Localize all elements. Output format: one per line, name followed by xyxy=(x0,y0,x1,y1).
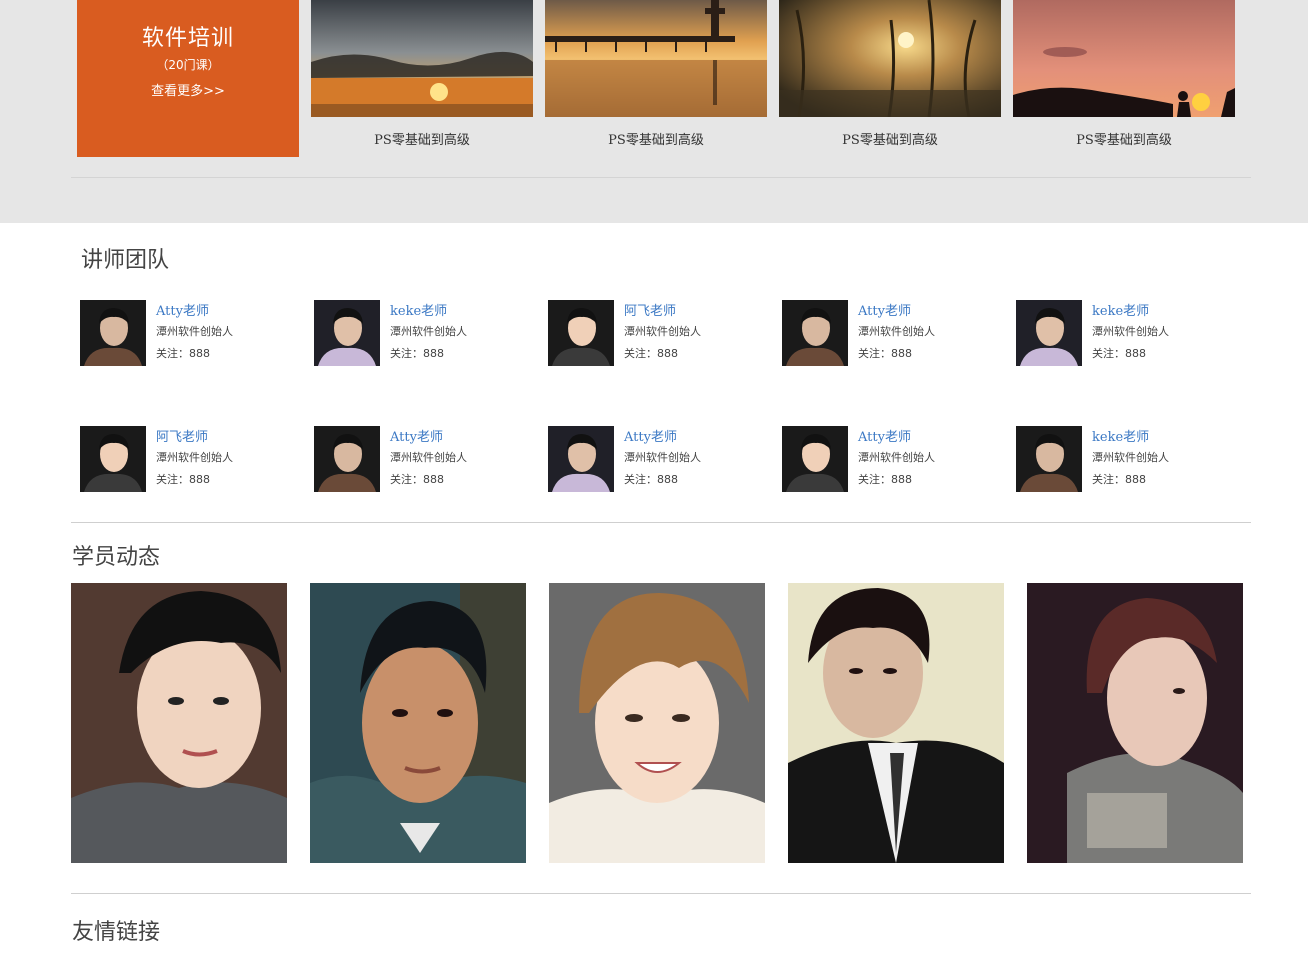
teacher-name[interactable]: keke老师 xyxy=(1092,300,1149,319)
teacher-follow-count: 关注：888 xyxy=(624,347,678,360)
pier-sunset-photo[interactable] xyxy=(545,0,767,117)
teacher-name[interactable]: 阿飞老师 xyxy=(156,426,208,445)
teacher-card[interactable]: 阿飞老师潭州软件创始人 关注：888 xyxy=(80,426,300,492)
course-card[interactable]: PS零基础到高级 xyxy=(545,0,767,160)
teacher-card[interactable]: 阿飞老师潭州软件创始人 关注：888 xyxy=(548,300,768,366)
teacher-avatar[interactable] xyxy=(782,426,848,492)
promo-title: 软件培训 xyxy=(141,26,234,51)
teacher-card[interactable]: keke老师潭州软件创始人 关注：888 xyxy=(314,300,534,366)
teacher-follow-count: 关注：888 xyxy=(858,347,912,360)
teacher-name[interactable]: Atty老师 xyxy=(858,426,911,445)
teacher-avatar[interactable] xyxy=(80,426,146,492)
teacher-avatar[interactable] xyxy=(1016,426,1082,492)
teacher-follow-count: 关注：888 xyxy=(156,347,210,360)
software-training-card[interactable]: 软件培训 （20门课） 查看更多>> xyxy=(77,0,299,157)
teacher-avatar[interactable] xyxy=(548,300,614,366)
teacher-name[interactable]: keke老师 xyxy=(1092,426,1149,445)
teacher-card[interactable]: Atty老师潭州软件创始人 关注：888 xyxy=(548,426,768,492)
course-caption: PS零基础到高级 xyxy=(374,133,470,148)
students-section-title: 学员动态 xyxy=(72,545,161,570)
teacher-name[interactable]: Atty老师 xyxy=(390,426,443,445)
teacher-card[interactable]: Atty老师潭州软件创始人 关注：888 xyxy=(314,426,534,492)
course-card[interactable]: PS零基础到高级 xyxy=(1013,0,1235,160)
teacher-role: 潭州软件创始人 xyxy=(390,325,467,338)
hill-silhouette-sunset-photo[interactable] xyxy=(1013,0,1235,117)
teacher-follow-count: 关注：888 xyxy=(1092,473,1146,486)
teacher-role: 潭州软件创始人 xyxy=(858,325,935,338)
student-photo-3[interactable] xyxy=(549,583,765,863)
course-card[interactable]: PS零基础到高级 xyxy=(311,0,533,160)
teacher-name[interactable]: Atty老师 xyxy=(858,300,911,319)
teacher-role: 潭州软件创始人 xyxy=(1092,325,1169,338)
teacher-follow-count: 关注：888 xyxy=(390,473,444,486)
teacher-role: 潭州软件创始人 xyxy=(156,325,233,338)
teacher-avatar[interactable] xyxy=(782,300,848,366)
teacher-card[interactable]: keke老师潭州软件创始人 关注：888 xyxy=(1016,300,1236,366)
student-photo-4[interactable] xyxy=(788,583,1004,863)
divider xyxy=(71,522,1251,523)
teachers-section-title: 讲师团队 xyxy=(81,248,170,273)
student-photo-5[interactable] xyxy=(1027,583,1243,863)
divider xyxy=(71,177,1251,178)
links-section-title: 友情链接 xyxy=(72,920,161,945)
teacher-follow-count: 关注：888 xyxy=(390,347,444,360)
course-caption: PS零基础到高级 xyxy=(842,133,938,148)
course-caption: PS零基础到高级 xyxy=(1076,133,1172,148)
teacher-role: 潭州软件创始人 xyxy=(858,451,935,464)
teacher-avatar[interactable] xyxy=(314,426,380,492)
course-caption: PS零基础到高级 xyxy=(608,133,704,148)
teacher-avatar[interactable] xyxy=(1016,300,1082,366)
teacher-role: 潭州软件创始人 xyxy=(156,451,233,464)
teacher-avatar[interactable] xyxy=(80,300,146,366)
teacher-name[interactable]: 阿飞老师 xyxy=(624,300,676,319)
student-photo-1[interactable] xyxy=(71,583,287,863)
teacher-name[interactable]: Atty老师 xyxy=(156,300,209,319)
teacher-follow-count: 关注：888 xyxy=(156,473,210,486)
sunset-clouds-photo[interactable] xyxy=(311,0,533,117)
teacher-avatar[interactable] xyxy=(314,300,380,366)
teacher-name[interactable]: keke老师 xyxy=(390,300,447,319)
view-more-link[interactable]: 查看更多>> xyxy=(77,80,299,99)
promo-course-count: （20门课） xyxy=(156,58,220,72)
teacher-role: 潭州软件创始人 xyxy=(1092,451,1169,464)
teacher-card[interactable]: Atty老师潭州软件创始人 关注：888 xyxy=(782,300,1002,366)
teacher-card[interactable]: Atty老师潭州软件创始人 关注：888 xyxy=(782,426,1002,492)
teacher-avatar[interactable] xyxy=(548,426,614,492)
teacher-role: 潭州软件创始人 xyxy=(624,325,701,338)
teacher-card[interactable]: Atty老师潭州软件创始人 关注：888 xyxy=(80,300,300,366)
grass-sunset-photo[interactable] xyxy=(779,0,1001,117)
teacher-name[interactable]: Atty老师 xyxy=(624,426,677,445)
teacher-follow-count: 关注：888 xyxy=(624,473,678,486)
divider xyxy=(71,893,1251,894)
teacher-follow-count: 关注：888 xyxy=(1092,347,1146,360)
teacher-role: 潭州软件创始人 xyxy=(390,451,467,464)
student-photo-2[interactable] xyxy=(310,583,526,863)
teacher-card[interactable]: keke老师潭州软件创始人 关注：888 xyxy=(1016,426,1236,492)
teacher-role: 潭州软件创始人 xyxy=(624,451,701,464)
course-card[interactable]: PS零基础到高级 xyxy=(779,0,1001,160)
teacher-follow-count: 关注：888 xyxy=(858,473,912,486)
